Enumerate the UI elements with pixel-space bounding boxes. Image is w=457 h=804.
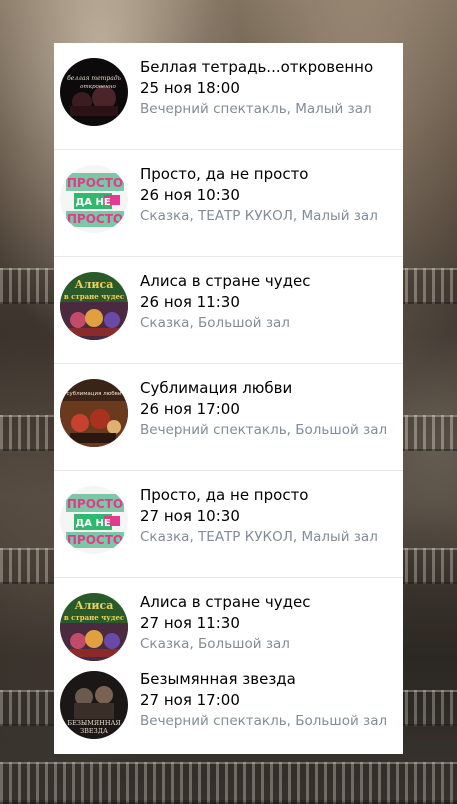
- poster-alisa-icon: Алиса в стране чудес: [60, 272, 128, 340]
- event-item[interactable]: беллая тетрадь откровенно Беллая тетрадь…: [54, 43, 403, 150]
- event-title: Сублимация любви: [140, 379, 293, 397]
- poster-alisa-icon: Алиса в стране чудес: [60, 593, 128, 661]
- poster-caption-1: сублимация любви: [66, 391, 121, 397]
- poster-caption-1: Алиса: [75, 278, 114, 291]
- event-info: Алиса в стране чудес 26 ноя 11:30 Сказка…: [140, 271, 397, 333]
- event-title: Алиса в стране чудес: [140, 272, 311, 290]
- event-datetime: 26 ноя 17:00: [140, 400, 240, 418]
- event-item[interactable]: БЕЗЫМЯННАЯ ЗВЕЗДА Безымянная звезда 27 н…: [54, 661, 403, 754]
- balcony-railing: [0, 762, 457, 804]
- event-title: Просто, да не просто: [140, 486, 309, 504]
- poster-caption-1: ПРОСТО: [67, 497, 123, 511]
- event-datetime: 26 ноя 11:30: [140, 293, 240, 311]
- event-item[interactable]: ПРОСТО ДА НЕ ПРОСТО Просто, да не просто…: [54, 150, 403, 257]
- event-title: Безымянная звезда: [140, 670, 296, 688]
- poster-caption-2: откровенно: [80, 84, 116, 90]
- poster-caption-2: ЗВЕЗДА: [80, 727, 108, 735]
- poster-caption-2: ДА НЕ: [75, 197, 110, 208]
- poster-prosto-icon: ПРОСТО ДА НЕ ПРОСТО: [60, 486, 128, 554]
- event-datetime: 26 ноя 10:30: [140, 186, 240, 204]
- poster-bezymyannaya-zvezda-icon: БЕЗЫМЯННАЯ ЗВЕЗДА: [60, 671, 128, 739]
- poster-sublimaciya-icon: сублимация любви: [60, 379, 128, 447]
- event-title: Алиса в стране чудес: [140, 593, 311, 611]
- event-title: Беллая тетрадь...откровенно: [140, 58, 374, 76]
- event-info: Просто, да не просто 27 ноя 10:30 Сказка…: [140, 485, 397, 547]
- event-meta: Сказка, Большой зал: [140, 315, 290, 331]
- poster-caption-3: ПРОСТО: [67, 212, 123, 226]
- event-datetime: 27 ноя 17:00: [140, 691, 240, 709]
- poster-caption-2: в стране чудес: [64, 292, 124, 301]
- event-datetime: 27 ноя 10:30: [140, 507, 240, 525]
- event-item[interactable]: ПРОСТО ДА НЕ ПРОСТО Просто, да не просто…: [54, 471, 403, 578]
- poster-prosto-icon: ПРОСТО ДА НЕ ПРОСТО: [60, 165, 128, 233]
- poster-caption-1: ПРОСТО: [67, 176, 123, 190]
- event-info: Алиса в стране чудес 27 ноя 11:30 Сказка…: [140, 592, 397, 654]
- poster-belaya-tetrad-icon: беллая тетрадь откровенно: [60, 58, 128, 126]
- event-item[interactable]: сублимация любви Сублимация любви 26 ноя…: [54, 364, 403, 471]
- event-info: Безымянная звезда 27 ноя 17:00 Вечерний …: [140, 669, 397, 731]
- events-list-card: беллая тетрадь откровенно Беллая тетрадь…: [54, 43, 403, 754]
- event-meta: Вечерний спектакль, Большой зал: [140, 422, 388, 438]
- event-meta: Вечерний спектакль, Малый зал: [140, 101, 372, 117]
- event-info: Беллая тетрадь...откровенно 25 ноя 18:00…: [140, 57, 397, 119]
- poster-caption-1: беллая тетрадь: [67, 75, 121, 82]
- event-title: Просто, да не просто: [140, 165, 309, 183]
- event-datetime: 25 ноя 18:00: [140, 79, 240, 97]
- event-info: Просто, да не просто 26 ноя 10:30 Сказка…: [140, 164, 397, 226]
- poster-caption-3: ПРОСТО: [67, 533, 123, 547]
- event-meta: Вечерний спектакль, Большой зал: [140, 713, 388, 729]
- event-item[interactable]: Алиса в стране чудес Алиса в стране чуде…: [54, 257, 403, 364]
- event-meta: Сказка, ТЕАТР КУКОЛ, Малый зал: [140, 208, 378, 224]
- event-datetime: 27 ноя 11:30: [140, 614, 240, 632]
- event-info: Сублимация любви 26 ноя 17:00 Вечерний с…: [140, 378, 397, 440]
- poster-caption-1: БЕЗЫМЯННАЯ: [67, 719, 120, 727]
- poster-caption-1: Алиса: [75, 599, 114, 612]
- event-meta: Сказка, Большой зал: [140, 636, 290, 652]
- poster-caption-2: ДА НЕ: [75, 518, 110, 529]
- event-meta: Сказка, ТЕАТР КУКОЛ, Малый зал: [140, 529, 378, 545]
- poster-caption-2: в стране чудес: [64, 613, 124, 622]
